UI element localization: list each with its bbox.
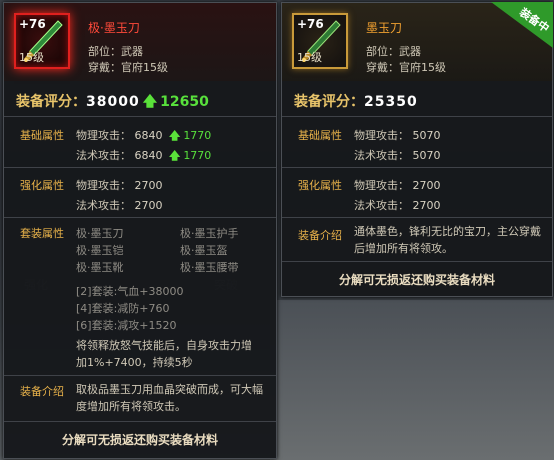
item-slot: 部位：武器 [88, 45, 143, 58]
divider [4, 167, 276, 168]
intro-label: 装备介绍 [298, 229, 342, 242]
base-attr-row: 物理攻击： 6840 🡅 1770 [76, 127, 211, 146]
divider [282, 167, 552, 168]
tooltip-header: +76 15级 墨玉刀 部位：武器 穿戴：官府15级 装备中 [282, 2, 553, 81]
enhance-level: +76 [19, 17, 46, 31]
item-name: 墨玉刀 [366, 21, 403, 35]
item-name: 极·墨玉刀 [88, 21, 140, 35]
set-piece: 极·墨玉刀 [76, 227, 124, 240]
arrow-up-icon: 🡅 [169, 129, 181, 142]
item-icon-slot[interactable]: +76 15级 [292, 13, 348, 69]
tooltip-header: +76 15级 极·墨玉刀 部位：武器 穿戴：官府15级 [4, 3, 276, 81]
divider [4, 421, 276, 422]
score-value: 25350 [364, 94, 418, 110]
score-increase: 12650 [160, 94, 209, 110]
base-attr-label: 基础属性 [20, 129, 64, 142]
equip-score: 装备评分：25350 [294, 91, 418, 111]
score-label: 装备评分： [16, 94, 86, 110]
item-wear-requirement: 穿戴：官府15级 [88, 61, 168, 74]
item-wear-requirement: 穿戴：官府15级 [366, 61, 446, 74]
set-bonus: [4]套装:减防+760 [76, 302, 170, 315]
base-attr-label: 基础属性 [298, 129, 342, 142]
base-attr-row: 物理攻击： 5070 [354, 129, 441, 142]
base-attr-row: 法术攻击： 6840 🡅 1770 [76, 147, 211, 166]
enhance-attr-row: 法术攻击： 2700 [354, 199, 441, 212]
enhance-attr-row: 法术攻击： 2700 [76, 199, 163, 212]
divider [4, 217, 276, 218]
intro-text: 通体墨色，锋利无比的宝刀，主公穿戴后增加所有将领攻。 [354, 225, 541, 255]
set-attr-label: 套装属性 [20, 227, 64, 240]
item-level: 15级 [19, 51, 44, 64]
arrow-up-icon: 🡅 [169, 149, 181, 162]
enhance-attr-label: 强化属性 [20, 179, 64, 192]
equipped-badge: 装备中 [491, 2, 553, 48]
set-piece: 极·墨玉铠 [76, 244, 124, 257]
set-piece: 极·墨玉盔 [180, 244, 228, 257]
item-level: 15级 [297, 51, 322, 64]
decompose-note: 分解可无损返还购买装备材料 [338, 273, 495, 287]
item-tooltip-new: +76 15级 极·墨玉刀 部位：武器 穿戴：官府15级 装备评分：38000 🡅… [3, 2, 277, 459]
divider [282, 217, 552, 218]
divider [282, 116, 552, 117]
item-slot: 部位：武器 [366, 45, 421, 58]
enhance-attr-row: 物理攻击： 2700 [354, 179, 441, 192]
set-piece: 极·墨玉护手 [180, 227, 239, 240]
set-bonus: [2]套装:气血+38000 [76, 285, 184, 298]
set-piece: 极·墨玉腰带 [180, 261, 239, 274]
intro-label: 装备介绍 [20, 385, 64, 398]
intro-text: 取极品墨玉刀用血晶突破而成，可大幅度增加所有将领攻击。 [76, 383, 263, 413]
set-skill-note: 将领释放怒气技能后，自身攻击力增加1%+7400，持续5秒 [76, 339, 252, 369]
arrow-up-icon: 🡅 [142, 94, 158, 110]
equip-score: 装备评分：38000 🡅 12650 [16, 91, 209, 115]
item-icon-slot[interactable]: +76 15级 [14, 13, 70, 69]
score-label: 装备评分： [294, 94, 364, 110]
set-bonus: [6]套装:减攻+1520 [76, 319, 177, 332]
enhance-level: +76 [297, 17, 324, 31]
divider [282, 261, 552, 262]
score-value: 38000 [86, 94, 140, 110]
divider [4, 116, 276, 117]
decompose-note: 分解可无损返还购买装备材料 [61, 433, 218, 447]
enhance-attr-label: 强化属性 [298, 179, 342, 192]
enhance-attr-row: 物理攻击： 2700 [76, 179, 163, 192]
divider [4, 375, 276, 376]
set-piece: 极·墨玉靴 [76, 261, 124, 274]
item-tooltip-equipped: +76 15级 墨玉刀 部位：武器 穿戴：官府15级 装备中 装备评分：2535… [281, 2, 553, 297]
background-scene [270, 300, 554, 460]
base-attr-row: 法术攻击： 5070 [354, 149, 441, 162]
